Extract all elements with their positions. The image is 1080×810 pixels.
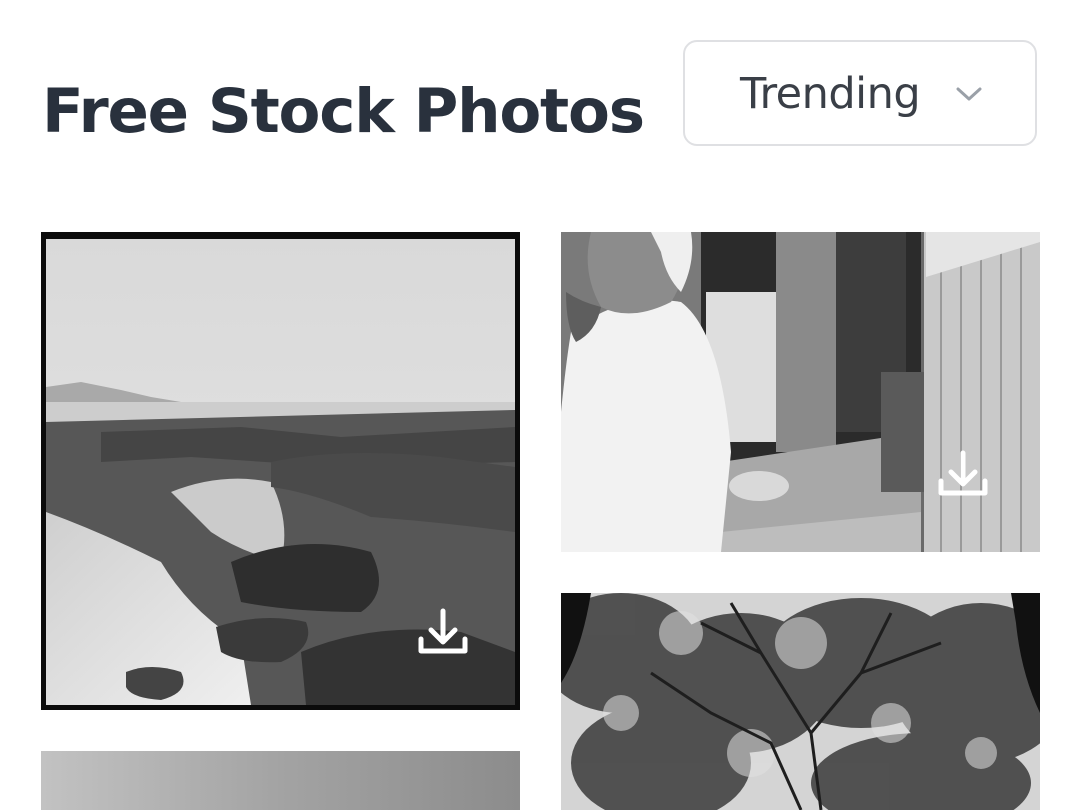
sort-dropdown-value: Trending	[740, 69, 921, 119]
page: Free Stock Photos Trending	[0, 0, 1080, 810]
download-icon[interactable]	[935, 447, 991, 503]
man-doorway-photo	[561, 232, 1040, 552]
download-icon[interactable]	[415, 605, 471, 661]
photo-card-sky[interactable]	[41, 751, 520, 810]
sort-dropdown[interactable]: Trending	[683, 40, 1037, 146]
chevron-down-icon	[956, 87, 982, 101]
page-title: Free Stock Photos	[42, 76, 645, 147]
photo-card-shoreline[interactable]	[41, 232, 520, 710]
photo-card-man-doorway[interactable]	[561, 232, 1040, 552]
tree-canopy-photo	[561, 593, 1040, 810]
photo-card-tree-canopy[interactable]	[561, 593, 1040, 810]
sky-photo	[41, 751, 520, 810]
